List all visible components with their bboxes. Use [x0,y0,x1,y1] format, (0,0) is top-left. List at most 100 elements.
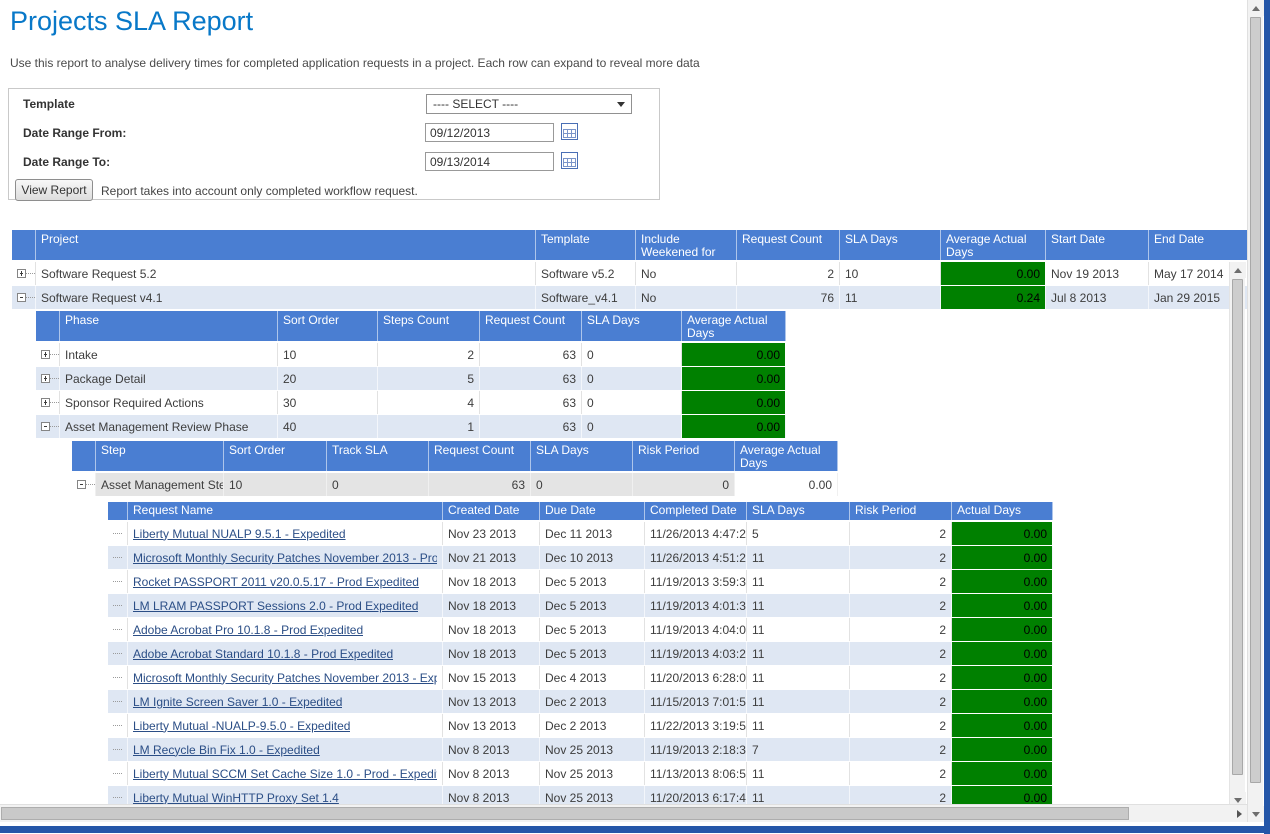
cell-request-name: Rocket PASSPORT 2011 v20.0.5.17 - Prod E… [128,570,443,593]
calendar-icon-grid [563,129,576,138]
cell-actual-days: 0.00 [952,714,1053,737]
cell-start-date: Nov 19 2013 [1046,262,1149,285]
cell-actual-days: 0.00 [952,690,1053,713]
request-link[interactable]: Liberty Mutual -NUALP-9.5.0 - Expedited [133,719,350,733]
cell-start-date: Jul 8 2013 [1046,286,1149,309]
cell-request-name: Adobe Acrobat Pro 10.1.8 - Prod Expedite… [128,618,443,641]
request-link[interactable]: Liberty Mutual NUALP 9.5.1 - Expedited [133,527,346,541]
report-parameters-panel: Template Date Range From: Date Range To:… [8,88,660,200]
request-link[interactable]: Adobe Acrobat Standard 10.1.8 - Prod Exp… [133,647,393,661]
col-header-start-date: Start Date [1046,230,1149,260]
request-row: Liberty Mutual NUALP 9.5.1 - Expedited N… [108,522,1249,545]
cell-request-name: Liberty Mutual NUALP 9.5.1 - Expedited [128,522,443,545]
request-link[interactable]: Liberty Mutual SCCM Set Cache Size 1.0 -… [133,767,437,781]
horizontal-scrollbar[interactable] [0,804,1247,822]
cell-sla-days: 0 [582,343,682,366]
cell-expand [36,415,60,438]
cell-risk-period: 2 [850,522,952,545]
col-header-avg-actual-days: Average Actual Days [682,311,786,341]
cell-due-date: Dec 2 2013 [540,714,645,737]
col-header-sort-order: Sort Order [224,441,327,471]
cell-avg-actual-days: 0.24 [941,286,1046,309]
calendar-icon[interactable] [561,123,578,140]
cell-phase: Sponsor Required Actions [60,391,278,414]
tree-leader-icon [113,797,122,798]
cell-include-weekend: No [636,286,737,309]
collapse-icon[interactable] [77,480,95,489]
cell-request-count: 2 [737,262,840,285]
cell-expand [36,391,60,414]
phase-table-header: Phase Sort Order Steps Count Request Cou… [36,311,1249,341]
horizontal-scrollbar-thumb[interactable] [1,807,1129,820]
cell-actual-days: 0.00 [952,522,1053,545]
cell-risk-period: 2 [850,714,952,737]
cell-sla-days: 11 [747,570,850,593]
phase-table: Phase Sort Order Steps Count Request Cou… [36,311,1249,438]
phase-row: Intake 10 2 63 0 0.00 [36,343,1249,366]
report-scrollbar-thumb[interactable] [1232,279,1243,775]
cell-steps-count: 1 [378,415,480,438]
request-link[interactable]: Microsoft Monthly Security Patches Novem… [133,551,437,565]
expand-icon[interactable] [17,269,35,278]
cell-due-date: Dec 10 2013 [540,546,645,569]
template-select[interactable]: ---- SELECT ---- [426,94,632,114]
request-row: Microsoft Monthly Security Patches Novem… [108,666,1249,689]
col-header-request-count: Request Count [737,230,840,260]
cell-sla-days: 11 [747,690,850,713]
cell-sla-days: 0 [582,415,682,438]
scroll-up-icon[interactable] [1248,0,1264,16]
request-link[interactable]: Adobe Acrobat Pro 10.1.8 - Prod Expedite… [133,623,363,637]
cell-completed-date: 11/26/2013 4:51:2... [645,546,747,569]
request-link[interactable]: LM Ignite Screen Saver 1.0 - Expedited [133,695,342,709]
project-table: Project Template Include Weekened for SL… [12,230,1249,309]
date-to-input[interactable] [425,152,554,171]
request-link[interactable]: Liberty Mutual WinHTTP Proxy Set 1.4 [133,791,339,805]
date-from-input[interactable] [425,123,554,142]
cell-leader [108,618,128,641]
cell-sla-days: 0 [531,473,633,496]
expand-icon[interactable] [41,398,59,407]
cell-risk-period: 2 [850,666,952,689]
cell-actual-days: 0.00 [952,738,1053,761]
cell-sla-days: 11 [747,714,850,737]
cell-request-name: Adobe Acrobat Standard 10.1.8 - Prod Exp… [128,642,443,665]
cell-sla-days: 7 [747,738,850,761]
col-header-expand [12,230,36,260]
col-header-risk-period: Risk Period [850,502,952,520]
col-header-sla-days: SLA Days [582,311,682,341]
scroll-right-icon[interactable] [1231,806,1247,822]
col-header-actual-days: Actual Days [952,502,1053,520]
col-header-project: Project [36,230,536,260]
view-report-button[interactable]: View Report [15,179,93,201]
collapse-icon[interactable] [41,422,59,431]
cell-phase: Intake [60,343,278,366]
phase-row: Package Detail 20 5 63 0 0.00 [36,367,1249,390]
request-link[interactable]: LM Recycle Bin Fix 1.0 - Expedited [133,743,320,757]
collapse-icon[interactable] [17,293,35,302]
cell-leader [108,738,128,761]
cell-track-sla: 0 [327,473,429,496]
scroll-down-icon[interactable] [1248,806,1264,822]
report-note: Report takes into account only completed… [101,184,418,198]
tree-leader-icon [113,605,122,606]
cell-request-name: LM Recycle Bin Fix 1.0 - Expedited [128,738,443,761]
frame-border-right [1264,0,1270,834]
expand-icon[interactable] [41,374,59,383]
cell-request-count: 63 [480,367,582,390]
request-link[interactable]: Microsoft Monthly Security Patches Novem… [133,671,437,685]
request-link[interactable]: LM LRAM PASSPORT Sessions 2.0 - Prod Exp… [133,599,418,613]
cell-completed-date: 11/20/2013 6:28:0... [645,666,747,689]
cell-request-count: 76 [737,286,840,309]
page-scrollbar-thumb[interactable] [1250,17,1261,783]
calendar-icon[interactable] [561,152,578,169]
page-vertical-scrollbar[interactable] [1247,0,1263,822]
cell-sort-order: 30 [278,391,378,414]
request-link[interactable]: Rocket PASSPORT 2011 v20.0.5.17 - Prod E… [133,575,419,589]
cell-avg-actual-days: 0.00 [682,343,786,366]
cell-request-count: 63 [480,343,582,366]
report-vertical-scrollbar[interactable] [1229,262,1245,808]
cell-sort-order: 40 [278,415,378,438]
expand-icon[interactable] [41,350,59,359]
scroll-up-icon[interactable] [1230,262,1246,278]
col-header-avg-actual-days: Average Actual Days [735,441,838,471]
